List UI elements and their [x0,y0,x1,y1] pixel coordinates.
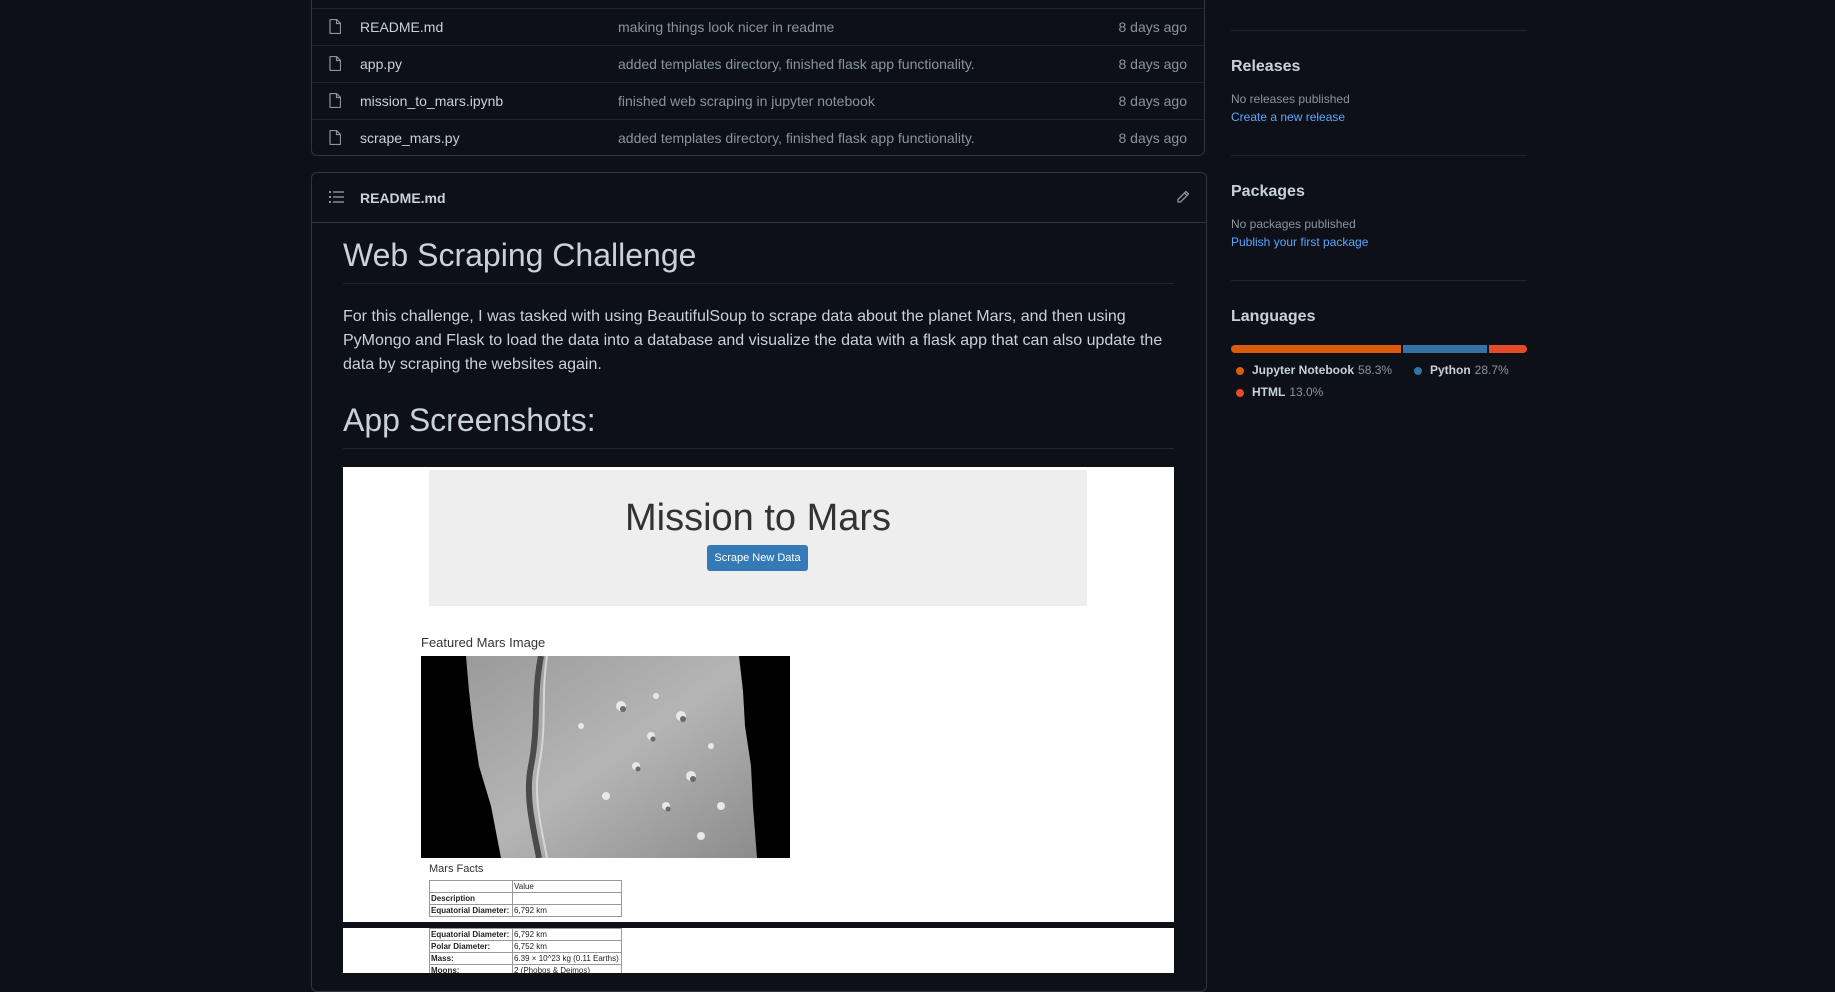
list-icon[interactable] [329,191,344,203]
language-percent: 13.0% [1289,385,1324,399]
file-row[interactable]: app.py added templates directory, finish… [312,45,1204,82]
table-cell: Description [429,892,513,905]
language-name: Jupyter Notebook [1252,363,1355,377]
file-icon [329,19,341,34]
file-name[interactable]: app.py [360,56,402,72]
table-row: Polar Diameter: 6,752 km [429,940,622,953]
table-cell: 6,752 km [512,940,622,953]
language-item-python[interactable]: Python 28.7% [1414,363,1509,377]
language-item-html[interactable]: HTML 13.0% [1236,385,1323,399]
pencil-icon[interactable] [1176,190,1190,204]
table-row: Equatorial Diameter: 6,792 km [429,928,622,941]
app-title: Mission to Mars [624,497,892,539]
language-color-dot [1236,366,1244,375]
table-row: Description [429,892,622,905]
mars-surface-image [421,656,790,858]
packages-title[interactable]: Packages [1231,183,1527,201]
languages-section: Languages [1231,308,1527,326]
languages-title: Languages [1231,308,1316,325]
language-bar-segment [1231,345,1402,353]
table-cell: Value [512,880,622,893]
table-cell: 6.39 × 10^23 kg (0.11 Earths) [512,952,622,965]
language-color-dot [1414,366,1422,375]
file-icon [329,130,341,145]
language-name: HTML [1252,385,1286,399]
file-name[interactable]: mission_to_mars.ipynb [360,93,503,109]
file-name[interactable]: README.md [360,19,443,35]
app-screenshot-image: Mission to Mars Scrape New Data Featured… [343,467,1174,922]
table-cell: 6,792 km [512,928,622,941]
sidebar-divider [1231,280,1527,281]
app-jumbotron: Mission to Mars Scrape New Data [429,470,1087,606]
packages-section: Packages No packages published Publish y… [1231,183,1527,249]
file-row[interactable]: README.md making things look nicer in re… [312,8,1204,45]
app-screenshot-image: Equatorial Diameter: 6,792 km Polar Diam… [343,928,1174,973]
table-cell: 6,792 km [512,904,622,917]
packages-empty-text: No packages published [1231,217,1356,231]
commit-date: 8 days ago [1118,56,1188,72]
create-release-link[interactable]: Create a new release [1231,110,1527,124]
commit-date: 8 days ago [1118,130,1188,146]
file-icon [329,93,341,108]
table-cell: Mass: [429,952,513,965]
sidebar-divider [1231,155,1527,156]
language-bar-segment [1403,345,1488,353]
table-cell: Equatorial Diameter: [429,904,513,917]
language-bar-segment [1489,345,1527,353]
commit-date: 8 days ago [1118,93,1188,109]
featured-image-label: Featured Mars Image [421,635,546,650]
language-name: Python [1430,363,1471,377]
commit-message[interactable]: finished web scraping in jupyter noteboo… [618,93,875,109]
commit-message[interactable]: making things look nicer in readme [618,19,834,35]
file-row[interactable]: scrape_mars.py added templates directory… [312,119,1204,156]
language-bar[interactable] [1231,345,1527,353]
readme-subheading: App Screenshots: [343,402,1174,449]
file-icon [329,56,341,71]
table-row: Mass: 6.39 × 10^23 kg (0.11 Earths) [429,952,622,965]
table-cell: Polar Diameter: [429,940,513,953]
commit-message[interactable]: added templates directory, finished flas… [618,130,975,146]
readme-header: README.md [312,173,1206,223]
readme-filename[interactable]: README.md [360,190,446,206]
table-cell: 2 (Phobos & Deimos) [512,964,622,973]
releases-section: Releases No releases published Create a … [1231,58,1527,124]
readme-heading: Web Scraping Challenge [343,237,1174,284]
commit-message[interactable]: added templates directory, finished flas… [618,56,975,72]
file-row[interactable]: mission_to_mars.ipynb finished web scrap… [312,82,1204,119]
readme-paragraph: For this challenge, I was tasked with us… [343,308,1163,373]
table-cell: Equatorial Diameter: [429,928,513,941]
language-item-jupyter[interactable]: Jupyter Notebook 58.3% [1236,363,1392,377]
table-row: Equatorial Diameter: 6,792 km [429,904,622,917]
language-percent: 58.3% [1358,363,1393,377]
file-list: README.md making things look nicer in re… [311,0,1205,156]
table-row: Value [429,880,622,893]
releases-empty-text: No releases published [1231,92,1350,106]
table-cell [512,892,622,905]
table-cell [429,880,513,893]
language-percent: 28.7% [1474,363,1509,377]
table-row: Moons: 2 (Phobos & Deimos) [429,964,622,973]
releases-title[interactable]: Releases [1231,58,1527,76]
mars-facts-label: Mars Facts [429,863,484,875]
scrape-new-data-button: Scrape New Data [707,545,808,571]
mars-facts-table: Value Description Equatorial Diameter: 6… [429,880,622,917]
commit-date: 8 days ago [1118,19,1188,35]
sidebar-divider [1231,30,1527,31]
table-cell: Moons: [429,964,513,973]
file-name[interactable]: scrape_mars.py [360,130,460,146]
publish-package-link[interactable]: Publish your first package [1231,235,1527,249]
mars-facts-table: Equatorial Diameter: 6,792 km Polar Diam… [429,928,622,973]
language-color-dot [1236,388,1244,397]
